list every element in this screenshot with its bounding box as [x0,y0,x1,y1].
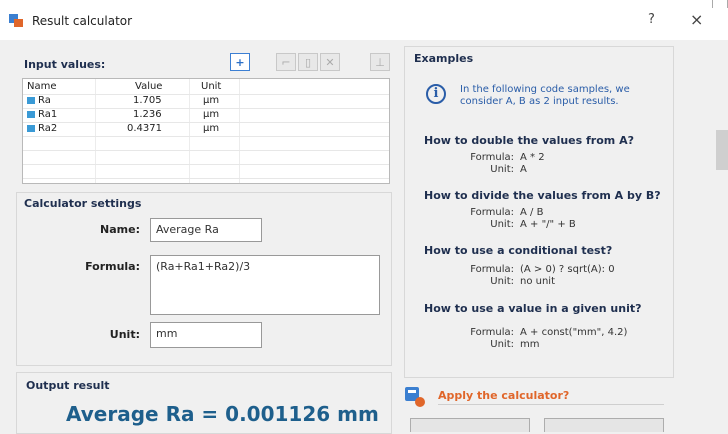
output-result-title: Output result [26,379,110,392]
remove-input-button[interactable]: ✕ [320,53,340,71]
row-name: Ra1 [27,109,57,120]
table-row[interactable]: Ra 1.705 µm [23,95,389,109]
scrollbar-thumb[interactable] [716,130,728,170]
row-value: 0.4371 [127,123,162,134]
column-header-value: Value [135,81,163,92]
edit-input-button[interactable]: ⌐ [276,53,296,71]
window-title: Result calculator [32,14,133,28]
row-name: Ra [27,95,51,106]
info-icon: i [426,84,446,104]
example-question: How to use a value in a given unit? [424,302,642,315]
example-unit-value: A + "/" + B [520,219,576,230]
result-icon [27,96,35,104]
add-input-button[interactable]: + [230,53,250,71]
table-row[interactable]: Ra2 0.4371 µm [23,123,389,137]
example-formula-key: Formula: [470,207,514,218]
example-unit-value: mm [520,339,540,350]
result-icon [27,110,35,118]
window-edge [712,0,728,8]
cancel-button[interactable] [544,418,664,432]
row-value: 1.236 [133,109,162,120]
example-question: How to divide the values from A by B? [424,189,661,202]
example-formula-value: A / B [520,207,544,218]
table-row-empty [23,165,389,179]
ok-button[interactable] [410,418,530,432]
copy-input-button[interactable]: ▯ [298,53,318,71]
table-row[interactable]: Ra1 1.236 µm [23,109,389,123]
example-formula-key: Formula: [470,152,514,163]
row-name: Ra2 [27,123,57,134]
column-header-name: Name [27,81,57,92]
help-button[interactable]: ? [648,12,655,27]
output-result-value: Average Ra = 0.001126 mm [66,402,379,426]
row-value: 1.705 [133,95,162,106]
row-unit: µm [203,109,220,120]
apply-divider [438,404,664,405]
column-header-unit: Unit [201,81,222,92]
apply-calculator-icon [405,387,425,407]
title-bar: Result calculator ? × [0,0,728,40]
name-field[interactable]: Average Ra [150,218,262,242]
example-unit-key: Unit: [490,339,514,350]
example-unit-value: A [520,164,527,175]
close-button[interactable]: × [690,10,703,29]
table-header: Name Value Unit [23,81,389,95]
formula-label: Formula: [85,260,140,273]
example-unit-key: Unit: [490,276,514,287]
example-formula-value: A + const("mm", 4.2) [520,327,628,338]
name-label: Name: [100,223,140,236]
import-input-button[interactable]: ⊥ [370,53,390,71]
table-row-empty [23,137,389,151]
input-values-title: Input values: [24,58,106,71]
calculator-app-icon [9,14,23,27]
examples-title: Examples [414,52,474,65]
example-formula-key: Formula: [470,264,514,275]
example-question: How to double the values from A? [424,134,634,147]
unit-label: Unit: [109,328,140,341]
example-formula-key: Formula: [470,327,514,338]
example-formula-value: A * 2 [520,152,545,163]
example-formula-value: (A > 0) ? sqrt(A): 0 [520,264,615,275]
example-unit-value: no unit [520,276,556,287]
unit-field[interactable]: mm [150,322,262,348]
examples-info-text: In the following code samples, we consid… [460,84,630,107]
example-unit-key: Unit: [490,164,514,175]
example-question: How to use a conditional test? [424,244,613,257]
calculator-settings-title: Calculator settings [24,197,142,210]
example-unit-key: Unit: [490,219,514,230]
apply-calculator-link[interactable]: Apply the calculator? [438,389,569,402]
formula-field[interactable]: (Ra+Ra1+Ra2)/3 [150,255,380,315]
table-row-empty [23,151,389,165]
result-icon [27,124,35,132]
row-unit: µm [203,95,220,106]
input-values-table[interactable]: Name Value Unit Ra 1.705 µm Ra1 1.236 µm… [22,78,390,184]
row-unit: µm [203,123,220,134]
